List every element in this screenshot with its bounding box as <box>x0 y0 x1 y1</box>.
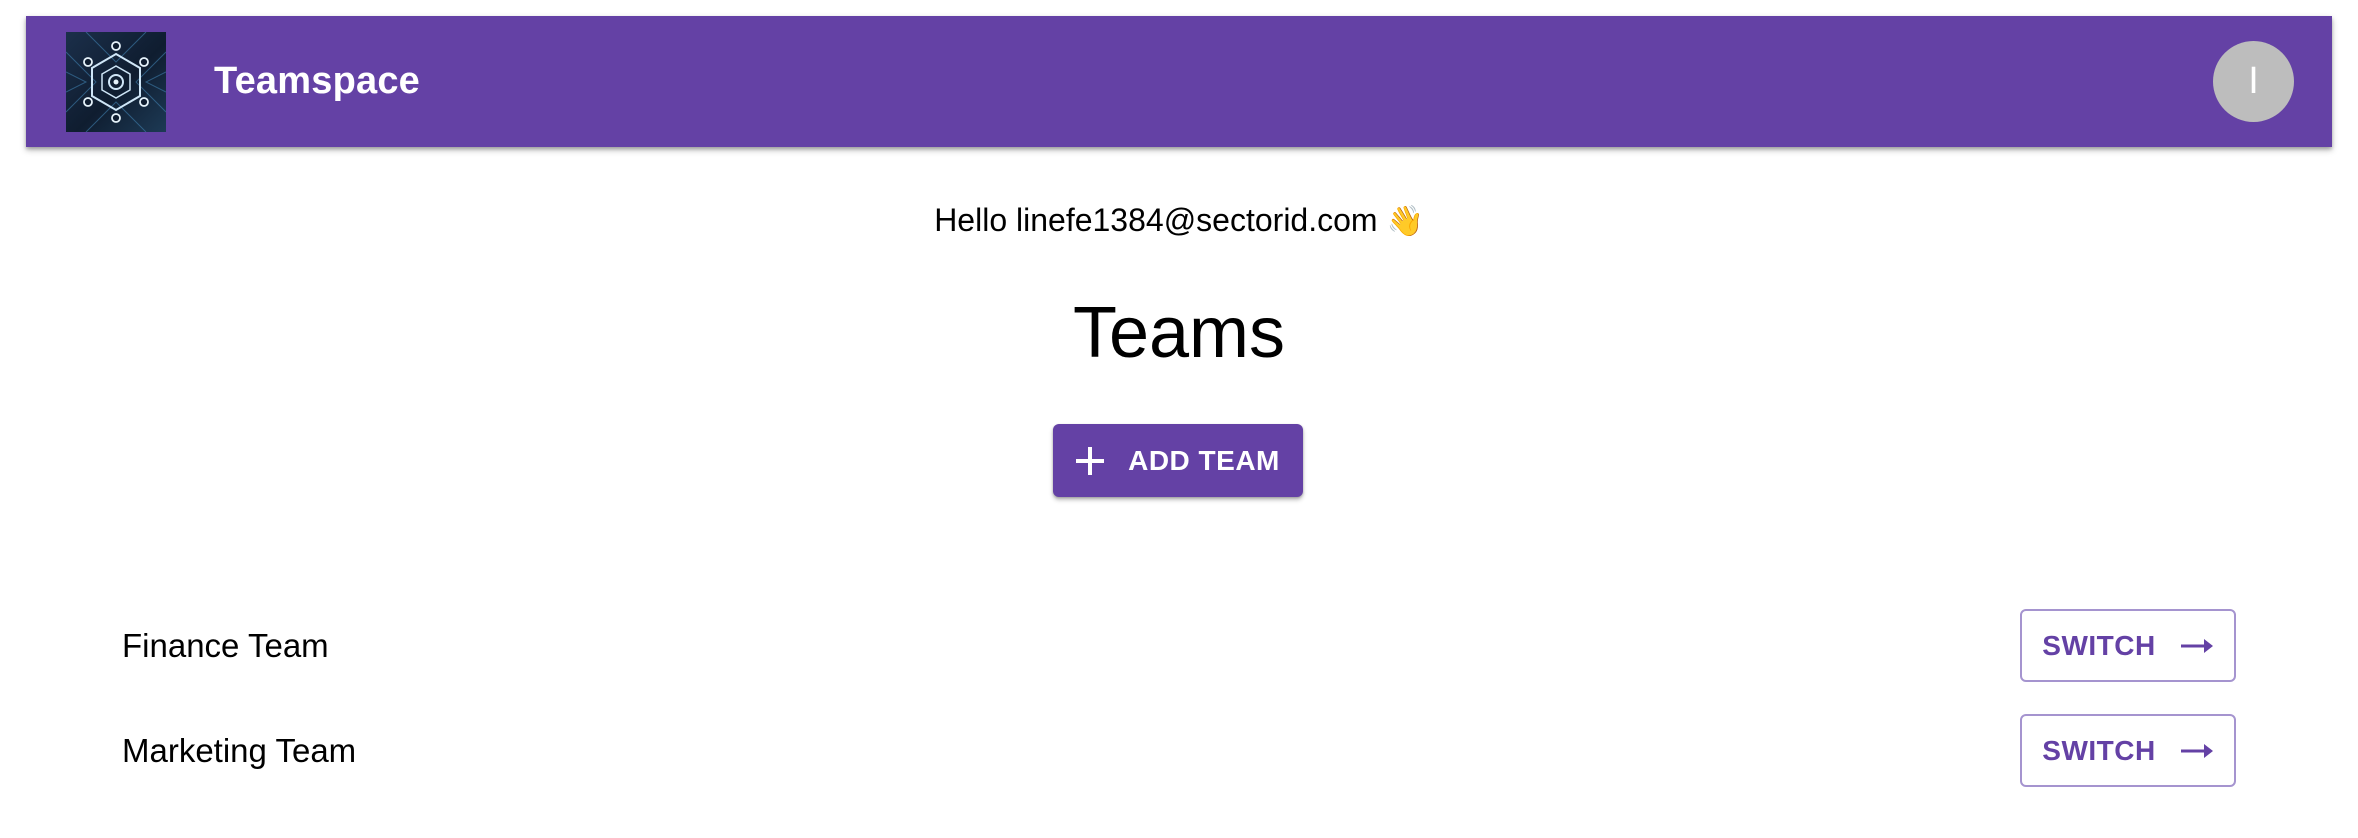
team-row: Finance Team SWITCH <box>122 609 2236 683</box>
team-name: Marketing Team <box>122 732 357 769</box>
switch-team-button[interactable]: SWITCH <box>2020 609 2236 682</box>
team-name: Finance Team <box>122 627 329 664</box>
greeting-text: Hello linefe1384@sectorid.com <box>934 202 1378 238</box>
hexagon-network-logo-icon[interactable] <box>66 32 166 132</box>
waving-hand-icon: 👋 <box>1386 205 1424 238</box>
user-avatar[interactable]: I <box>2213 41 2294 122</box>
plus-icon <box>1076 446 1105 475</box>
add-team-button[interactable]: ADD TEAM <box>1053 424 1303 497</box>
switch-label: SWITCH <box>2042 734 2156 766</box>
switch-team-button[interactable]: SWITCH <box>2020 714 2236 787</box>
arrow-right-icon <box>2180 636 2214 656</box>
add-team-label: ADD TEAM <box>1128 444 1280 476</box>
app-title: Teamspace <box>214 60 420 102</box>
arrow-right-icon <box>2180 741 2214 761</box>
greeting: Hello linefe1384@sectorid.com 👋 <box>0 196 2358 246</box>
app-bar: Teamspace I <box>26 16 2332 147</box>
page-title: Teams <box>1072 293 1286 373</box>
page: Teamspace I Hello linefe1384@sectorid.co… <box>0 0 2358 838</box>
switch-label: SWITCH <box>2042 629 2156 661</box>
team-row: Marketing Team SWITCH <box>122 714 2236 788</box>
